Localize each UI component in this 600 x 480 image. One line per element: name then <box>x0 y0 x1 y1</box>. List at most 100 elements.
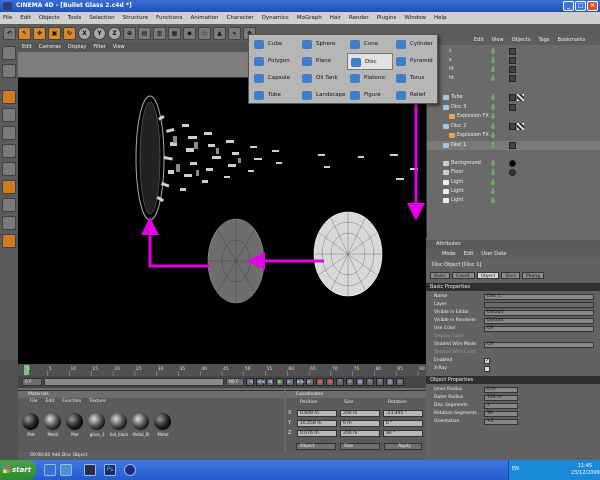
frame-range-slider[interactable] <box>44 378 224 386</box>
menu-item-polygon[interactable]: Polygon <box>251 53 297 70</box>
size-x-field[interactable]: 200 m <box>340 409 380 417</box>
language-indicator[interactable]: EN <box>512 466 519 472</box>
size-y-field[interactable]: 0 m <box>340 419 380 427</box>
next-frame-icon[interactable]: ▶| <box>286 378 294 386</box>
pla-key-icon[interactable]: ▦ <box>386 378 394 386</box>
live-selection-icon[interactable]: ↖ <box>18 26 31 40</box>
menu-item-tube[interactable]: Tube <box>251 87 297 104</box>
object-row[interactable]: Background <box>427 159 600 168</box>
spline-icon[interactable]: ∿ <box>228 26 241 40</box>
render-view-icon[interactable]: ▤ <box>138 26 151 40</box>
axis-mode-icon[interactable] <box>2 162 16 176</box>
attr-menu-userdata[interactable]: User Data <box>481 249 506 259</box>
coord-size-select[interactable]: Size <box>340 443 380 450</box>
objmgr-menu-edit[interactable]: Edit <box>474 37 484 43</box>
go-to-start-icon[interactable]: |◀ <box>246 378 254 386</box>
objmgr-menu-bookmarks[interactable]: Bookmarks <box>558 37 586 43</box>
coordinate-system-icon[interactable]: ⊕ <box>123 26 136 40</box>
edges-mode-icon[interactable] <box>2 108 16 122</box>
use-color-select[interactable]: Off <box>484 326 594 332</box>
materials-menu-function[interactable]: Function <box>62 398 81 406</box>
cinema4d-taskbar-icon[interactable] <box>84 464 96 476</box>
key-selection-icon[interactable]: ? <box>336 378 344 386</box>
viewport-menu-filter[interactable]: Filter <box>93 44 105 50</box>
position-y-field[interactable]: 16.458 m <box>297 419 337 427</box>
menu-dynamics[interactable]: Dynamics <box>262 15 289 21</box>
menu-selection[interactable]: Selection <box>89 15 114 21</box>
objmgr-menu-objects[interactable]: Objects <box>512 37 531 43</box>
magnet-icon[interactable] <box>2 234 16 248</box>
position-z-field[interactable]: 0.076 m <box>297 429 337 437</box>
shaded-wire-mode-select[interactable]: Off <box>484 342 594 348</box>
menu-item-figure[interactable]: Figure <box>347 87 393 104</box>
name-field[interactable]: Disc 1 <box>484 294 594 300</box>
disc-segments-field[interactable]: 2 <box>484 403 518 409</box>
object-row[interactable]: Tube <box>427 93 600 102</box>
viewport-menu-cameras[interactable]: Cameras <box>39 44 61 50</box>
menu-tools[interactable]: Tools <box>68 15 82 21</box>
points-mode-icon[interactable] <box>2 90 16 104</box>
menu-item-capsule[interactable]: Capsule <box>251 70 297 87</box>
autokey-icon[interactable]: ● <box>326 378 334 386</box>
rotation-b-field[interactable]: 90 ° <box>383 429 423 437</box>
object-row[interactable]: c <box>427 47 600 56</box>
menu-item-cylinder[interactable]: Cylinder <box>393 36 439 53</box>
materials-menu-file[interactable]: File <box>30 398 38 406</box>
menu-objects[interactable]: Objects <box>39 15 60 21</box>
menu-item-cone[interactable]: Cone <box>347 36 393 53</box>
tab-object[interactable]: Object <box>476 272 500 279</box>
menu-functions[interactable]: Functions <box>156 15 182 21</box>
objmgr-menu-tags[interactable]: Tags <box>538 37 549 43</box>
layer-field[interactable] <box>484 302 594 308</box>
scale-tool-icon[interactable]: ▣ <box>48 26 61 40</box>
cube-tool-icon[interactable]: ◆ <box>183 26 196 40</box>
position-key-icon[interactable]: ✥ <box>346 378 354 386</box>
rotation-segments-field[interactable]: 36 <box>484 411 518 417</box>
explorer-icon[interactable] <box>60 464 72 476</box>
cinema4d-app-taskbar-icon[interactable] <box>124 464 136 476</box>
timeline-ruler[interactable]: 0 5 10 15 20 25 30 35 40 45 50 55 60 65 70 75 80 85 90 <box>18 364 426 376</box>
menu-item-torus[interactable]: Torus <box>393 70 439 87</box>
go-to-end-icon[interactable]: ▶| <box>306 378 314 386</box>
play-icon[interactable]: ▶ <box>276 378 284 386</box>
menu-render[interactable]: Render <box>349 15 369 21</box>
menu-item-sphere[interactable]: Sphere <box>299 36 345 53</box>
start-frame-field[interactable]: 0 F <box>22 378 42 386</box>
x-axis-button[interactable]: X <box>78 26 91 40</box>
objmgr-menu-view[interactable]: View <box>492 37 504 43</box>
menu-item-disc[interactable]: Disc <box>347 53 393 70</box>
material-swatch[interactable]: Metal_Bl <box>132 413 150 443</box>
photoshop-taskbar-icon[interactable]: Ps <box>104 464 116 476</box>
end-frame-field[interactable]: 90 F <box>226 378 244 386</box>
tab-phong[interactable]: Phong <box>521 272 544 279</box>
timeline-menu-icon[interactable]: ≡ <box>396 378 404 386</box>
attr-menu-edit[interactable]: Edit <box>464 249 474 259</box>
object-row[interactable]: Light <box>427 178 600 187</box>
move-tool-icon[interactable]: ✥ <box>33 26 46 40</box>
object-row[interactable]: ht <box>427 65 600 74</box>
next-key-icon[interactable]: ▶▶ <box>296 378 305 386</box>
rotation-key-icon[interactable]: ↻ <box>366 378 374 386</box>
viewport-menu-edit[interactable]: Edit <box>22 44 32 50</box>
polygons-mode-icon[interactable] <box>2 126 16 140</box>
perspective-viewport[interactable] <box>18 78 426 364</box>
orientation-select[interactable]: +Z <box>484 419 518 425</box>
material-swatch[interactable]: bal_black <box>110 413 128 443</box>
menu-edit[interactable]: Edit <box>20 15 31 21</box>
enabled-checkbox[interactable]: ✓ <box>484 358 490 364</box>
record-icon[interactable]: ● <box>316 378 324 386</box>
scale-key-icon[interactable]: ▣ <box>356 378 364 386</box>
inner-radius-field[interactable]: 0 m <box>484 387 518 393</box>
prev-key-icon[interactable]: ◀◀ <box>256 378 265 386</box>
materials-menu-edit[interactable]: Edit <box>46 398 55 406</box>
object-row[interactable]: Light <box>427 187 600 196</box>
object-row[interactable]: Explosion FX <box>427 131 600 140</box>
viewport-menu-view[interactable]: View <box>113 44 125 50</box>
menu-animation[interactable]: Animation <box>190 15 218 21</box>
menu-item-oiltank[interactable]: Oil Tank <box>299 70 345 87</box>
prev-frame-icon[interactable]: ◀ <box>266 378 274 386</box>
show-desktop-icon[interactable] <box>44 464 56 476</box>
menu-item-plane[interactable]: Plane <box>299 53 345 70</box>
visible-in-renderer-select[interactable]: Default <box>484 318 594 324</box>
outer-radius-field[interactable]: 100 m <box>484 395 518 401</box>
